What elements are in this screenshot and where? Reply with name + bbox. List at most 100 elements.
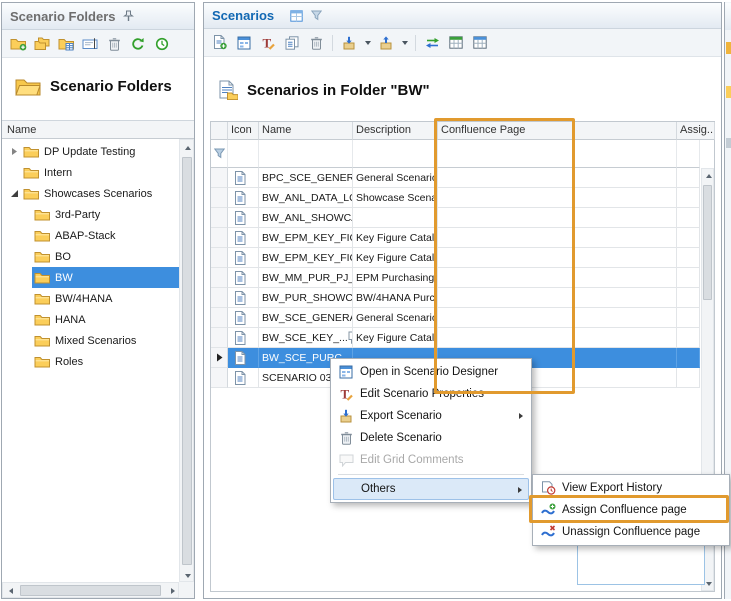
tree-item-hana[interactable]: HANA: [2, 309, 179, 330]
menu-item-unassign-confluence-page[interactable]: Unassign Confluence page: [535, 521, 727, 543]
name-column-header[interactable]: Name: [2, 120, 194, 139]
row-name-cell: BW_ANL_SHOWCA...: [259, 208, 353, 228]
filter-cell[interactable]: [353, 140, 438, 168]
copy-folder-button[interactable]: [32, 34, 52, 54]
scheduler-button[interactable]: [152, 34, 172, 54]
menu-item-others[interactable]: Others: [333, 478, 529, 500]
scenario-row-bw-pur-showca[interactable]: BW_PUR_SHOWCA...BW/4HANA Purcha...: [211, 288, 700, 308]
scroll-left-arrow[interactable]: [3, 583, 18, 599]
scenario-row-bw-sce-general[interactable]: BW_SCE_GENERAL...General Scenario f...: [211, 308, 700, 328]
scroll-down-arrow[interactable]: [180, 568, 195, 583]
copy-scenario-button[interactable]: [282, 33, 302, 53]
edit-properties-button[interactable]: T: [258, 33, 278, 53]
tree-item-bw[interactable]: BW: [2, 267, 179, 288]
delete-scenario-button[interactable]: [306, 33, 326, 53]
row-assign-cell: [677, 228, 700, 248]
excel-grid-green-button[interactable]: [446, 33, 466, 53]
column-header-confluence-page[interactable]: Confluence Page: [438, 122, 677, 140]
scenario-description: Showcase Scenario...: [356, 192, 438, 204]
scroll-up-arrow[interactable]: [180, 140, 195, 155]
menu-item-label: Assign Confluence page: [562, 504, 687, 516]
scroll-thumb[interactable]: [182, 157, 192, 565]
import-dropdown-button[interactable]: [400, 33, 409, 53]
tree-item-showcases-scenarios[interactable]: Showcases Scenarios: [2, 183, 179, 204]
new-folder-button[interactable]: [8, 34, 28, 54]
filter-cell[interactable]: [677, 140, 700, 168]
refresh-button[interactable]: [128, 34, 148, 54]
column-header-assign[interactable]: Assig...: [677, 122, 715, 140]
scenario-name: BW_ANL_SHOWCA...: [262, 212, 353, 224]
menu-item-view-export-history[interactable]: View Export History: [535, 477, 727, 499]
delete-folder-button[interactable]: [104, 34, 124, 54]
folder-overview-icon: [58, 37, 74, 51]
delete-scenario-icon: [337, 431, 355, 445]
column-header-icon[interactable]: Icon: [228, 122, 259, 140]
filter-cell[interactable]: [228, 140, 259, 168]
menu-item-edit-grid-comments[interactable]: Edit Grid Comments: [333, 449, 529, 471]
scroll-thumb[interactable]: [20, 585, 161, 596]
scenario-row-bw-epm-key-fig[interactable]: BW_EPM_KEY_FIG...Key Figure Catalog: [211, 248, 700, 268]
tree-item-label: BO: [55, 251, 71, 263]
scenario-row-bw-sce-key[interactable]: BW_SCE_KEY_...Key Figure Catalog...: [211, 328, 700, 348]
menu-item-delete-scenario[interactable]: Delete Scenario: [333, 427, 529, 449]
column-header-description[interactable]: Description: [353, 122, 438, 140]
grid-filter-row[interactable]: [211, 140, 700, 168]
folders-vertical-scrollbar[interactable]: [179, 139, 194, 582]
scroll-up-arrow[interactable]: [702, 169, 715, 183]
scenario-row-bw-anl-data-lo[interactable]: BW_ANL_DATA_LO...Showcase Scenario...: [211, 188, 700, 208]
excel-grid-blue-button[interactable]: [470, 33, 490, 53]
excel-transfer-button[interactable]: [422, 33, 442, 53]
excel-transfer-icon: [425, 37, 440, 49]
row-name-cell: BW_EPM_KEY_FIG...: [259, 248, 353, 268]
scroll-thumb[interactable]: [703, 185, 712, 300]
column-header-name[interactable]: Name: [259, 122, 353, 140]
new-scenario-button[interactable]: [210, 33, 230, 53]
tree-item-bo[interactable]: BO: [2, 246, 179, 267]
tree-item-mixed-scenarios[interactable]: Mixed Scenarios: [2, 330, 179, 351]
tree-item-roles[interactable]: Roles: [2, 351, 179, 372]
scroll-right-arrow[interactable]: [165, 583, 180, 599]
menu-item-assign-confluence-page[interactable]: Assign Confluence page: [535, 499, 727, 521]
folders-horizontal-scrollbar[interactable]: [2, 582, 179, 598]
tree-item-intern[interactable]: Intern: [2, 162, 179, 183]
scenario-doc-icon: [234, 251, 246, 265]
rename-folder-button[interactable]: [80, 34, 100, 54]
tree-item-bw-4hana[interactable]: BW/4HANA: [2, 288, 179, 309]
row-confluence-cell: [438, 288, 677, 308]
caption-filter-icon[interactable]: [311, 10, 322, 21]
tree-item-label: Showcases Scenarios: [44, 188, 152, 200]
scenario-row-bw-mm-pur-pj-01[interactable]: BW_MM_PUR_PJ_01EPM Purchasing: [211, 268, 700, 288]
menu-item-edit-scenario-properties[interactable]: TEdit Scenario Properties: [333, 383, 529, 405]
collapsed-expander-icon[interactable]: [8, 147, 21, 156]
row-indicator-cell: [211, 188, 228, 208]
scenario-doc-icon: [234, 291, 246, 305]
row-indicator-cell: [211, 308, 228, 328]
row-confluence-cell: [438, 268, 677, 288]
row-assign-cell: [677, 368, 700, 388]
folder-icon: [23, 145, 39, 158]
scenario-designer-button[interactable]: [234, 33, 254, 53]
menu-item-open-in-scenario-designer[interactable]: Open in Scenario Designer: [333, 361, 529, 383]
expanded-expander-icon[interactable]: [8, 189, 21, 198]
folder-overview-button[interactable]: [56, 34, 76, 54]
menu-item-export-scenario[interactable]: Export Scenario: [333, 405, 529, 427]
scenario-name: BW_MM_PUR_PJ_01: [262, 272, 353, 284]
tree-item-dp-update-testing[interactable]: DP Update Testing: [2, 141, 179, 162]
tree-item-abap-stack[interactable]: ABAP-Stack: [2, 225, 179, 246]
export-dropdown-button[interactable]: [363, 33, 372, 53]
import-scenario-button[interactable]: [376, 33, 396, 53]
tree-item-3rd-party[interactable]: 3rd-Party: [2, 204, 179, 225]
pin-icon[interactable]: [123, 10, 134, 22]
row-description-cell: Key Figure Catalog...: [353, 228, 438, 248]
filter-cell[interactable]: [259, 140, 353, 168]
new-folder-icon: [10, 37, 27, 51]
scenario-row-bpc-sce-genera[interactable]: BPC_SCE_GENERA...General Scenario o...: [211, 168, 700, 188]
scenario-row-bw-anl-showca[interactable]: BW_ANL_SHOWCA...: [211, 208, 700, 228]
scenario-row-bw-epm-key-fig[interactable]: BW_EPM_KEY_FIG...Key Figure Catalog...: [211, 228, 700, 248]
unassign-confluence-icon: [539, 525, 557, 539]
export-scenario-button[interactable]: [339, 33, 359, 53]
caption-grid-icon[interactable]: [290, 10, 303, 22]
folder-icon: [34, 250, 50, 263]
filter-cell[interactable]: [438, 140, 677, 168]
sliver-icon-fragment: [726, 138, 731, 148]
